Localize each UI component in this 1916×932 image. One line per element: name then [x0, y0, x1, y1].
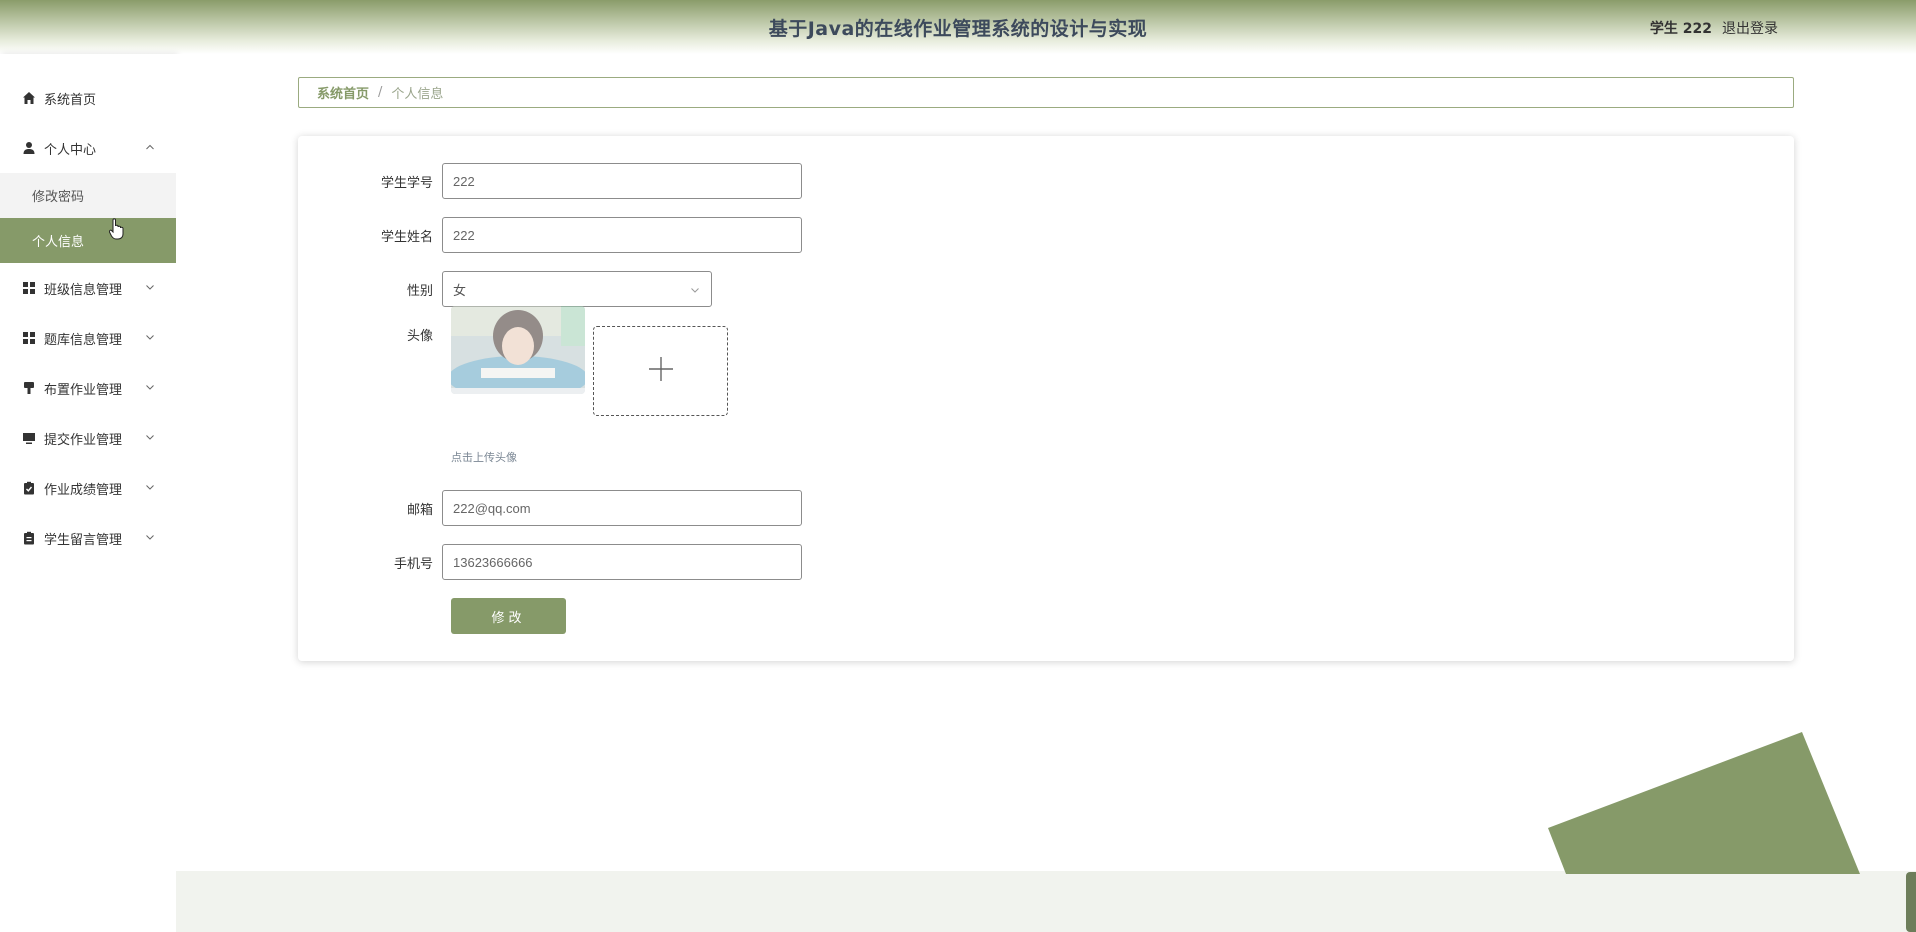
- sidebar-item-assign-homework[interactable]: 布置作业管理: [0, 363, 176, 413]
- sidebar-item-home[interactable]: 系统首页: [0, 73, 176, 123]
- chevron-down-icon: [144, 531, 156, 543]
- top-header: 基于Java的在线作业管理系统的设计与实现 学生 222 退出登录: [0, 0, 1916, 54]
- form-row-avatar: 头像: [298, 325, 442, 344]
- sidebar-item-label: 班级信息管理: [44, 282, 123, 298]
- email-input[interactable]: [442, 490, 802, 526]
- avatar-upload-button[interactable]: [593, 326, 728, 416]
- gender-selected-value: 女: [453, 283, 467, 299]
- modify-button[interactable]: 修改: [451, 598, 566, 634]
- breadcrumb-separator: /: [378, 85, 383, 100]
- phone-label: 手机号: [393, 556, 433, 572]
- avatar-upload-hint: 点击上传头像: [451, 451, 517, 464]
- avatar-label: 头像: [406, 329, 433, 344]
- sidebar-subitem-change-password[interactable]: 修改密码: [0, 173, 176, 218]
- decorative-shape: [1548, 732, 1860, 874]
- chevron-down-icon: [144, 431, 156, 443]
- sidebar-item-class-info[interactable]: 班级信息管理: [0, 263, 176, 313]
- home-icon: [22, 91, 36, 105]
- email-label: 邮箱: [406, 502, 433, 518]
- scrollbar-handle[interactable]: [1906, 872, 1916, 932]
- sidebar-item-submit-homework[interactable]: 提交作业管理: [0, 413, 176, 463]
- gender-label: 性别: [406, 283, 433, 299]
- user-area: 学生 222 退出登录: [1650, 18, 1778, 38]
- brush-icon: [22, 381, 36, 395]
- chevron-down-icon: [689, 284, 701, 296]
- sidebar-item-label: 系统首页: [44, 92, 97, 108]
- sidebar-item-label: 个人中心: [44, 142, 97, 158]
- form-row-student-id: 学生学号: [298, 163, 802, 199]
- chevron-down-icon: [144, 281, 156, 293]
- plus-icon: [647, 355, 675, 387]
- breadcrumb-home-link[interactable]: 系统首页: [317, 83, 369, 102]
- student-id-label: 学生学号: [380, 175, 433, 191]
- breadcrumb-current: 个人信息: [391, 87, 444, 102]
- phone-input[interactable]: [442, 544, 802, 580]
- gender-select[interactable]: 女: [442, 271, 712, 307]
- sidebar: 系统首页 个人中心 修改密码 个人信息 班级信息管理 题库信息管理 布置作业管理…: [0, 54, 176, 932]
- form-row-email: 邮箱: [298, 490, 802, 526]
- student-name-input[interactable]: [442, 217, 802, 253]
- chevron-down-icon: [144, 481, 156, 493]
- system-title: 基于Java的在线作业管理系统的设计与实现: [768, 18, 1148, 40]
- sidebar-item-label: 作业成绩管理: [44, 482, 123, 498]
- student-name-label: 学生姓名: [380, 229, 433, 245]
- chevron-up-icon: [144, 141, 156, 153]
- sidebar-item-student-messages[interactable]: 学生留言管理: [0, 513, 176, 563]
- sidebar-item-label: 题库信息管理: [44, 332, 123, 348]
- clipboard-icon: [22, 531, 36, 545]
- sidebar-item-question-bank[interactable]: 题库信息管理: [0, 313, 176, 363]
- sidebar-item-label: 学生留言管理: [44, 532, 123, 548]
- chevron-down-icon: [144, 331, 156, 343]
- form-row-gender: 性别 女: [298, 271, 712, 307]
- form-row-student-name: 学生姓名: [298, 217, 802, 253]
- monitor-icon: [22, 431, 36, 445]
- breadcrumb: 系统首页 / 个人信息: [298, 77, 1794, 108]
- avatar-image: [451, 306, 585, 394]
- hand-cursor-icon: [108, 218, 124, 240]
- sidebar-item-label: 布置作业管理: [44, 382, 123, 398]
- student-id-input[interactable]: [442, 163, 802, 199]
- user-icon: [22, 141, 36, 155]
- sidebar-item-homework-scores[interactable]: 作业成绩管理: [0, 463, 176, 513]
- footer-band: [176, 871, 1916, 932]
- current-user-label: 学生 222: [1649, 21, 1712, 37]
- grid-icon: [22, 331, 36, 345]
- sidebar-item-personal-center[interactable]: 个人中心: [0, 123, 176, 173]
- sidebar-subitem-personal-info[interactable]: 个人信息: [0, 218, 176, 263]
- sidebar-item-label: 提交作业管理: [44, 432, 123, 448]
- grid-icon: [22, 281, 36, 295]
- personal-info-form: 学生学号 学生姓名 性别 女 头像: [298, 136, 1794, 661]
- chevron-down-icon: [144, 381, 156, 393]
- logout-link[interactable]: 退出登录: [1722, 18, 1778, 38]
- form-row-phone: 手机号: [298, 544, 802, 580]
- clipboard-check-icon: [22, 481, 36, 495]
